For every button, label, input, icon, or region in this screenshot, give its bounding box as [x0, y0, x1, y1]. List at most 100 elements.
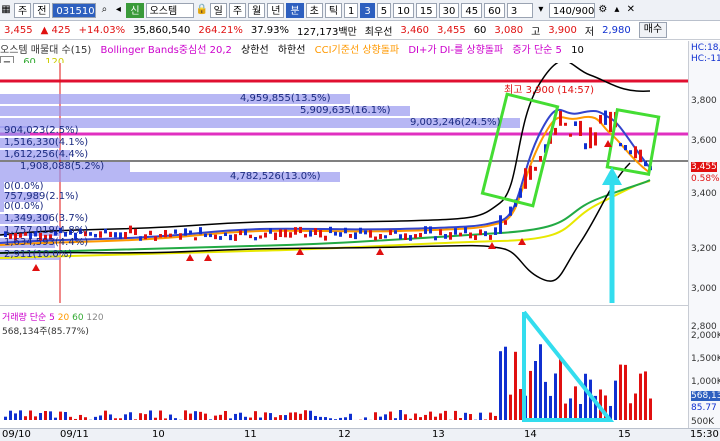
legend-volume-profile[interactable]: 오스템 매물대 수(15) [0, 45, 91, 56]
settings-icon[interactable]: ⚙ [597, 4, 609, 16]
volume-bars [4, 344, 652, 420]
amount-value: 127,173백만 [297, 23, 357, 38]
volume-bar [304, 410, 307, 420]
buy-signal-arrow [488, 242, 496, 249]
candle [284, 229, 287, 237]
candle [109, 232, 112, 237]
volume-bar [469, 414, 472, 420]
volume-bar [364, 417, 367, 420]
interval-1[interactable]: 1 [344, 3, 358, 18]
price-tick-3000: 3,000 [691, 284, 717, 294]
volume-bar [414, 414, 417, 420]
volume-bar [334, 419, 337, 420]
market-sub-select[interactable]: 전 [33, 3, 50, 18]
panel-separator[interactable] [0, 305, 688, 306]
candle [219, 236, 222, 240]
interval-5[interactable]: 5 [377, 3, 391, 18]
volume-profile-label: 1,612,256(4.4%) [4, 149, 88, 160]
volume-bar [454, 411, 457, 420]
volume-bar [634, 394, 637, 420]
legend-bollinger[interactable]: Bollinger Bands중심선 20,2 [100, 45, 231, 56]
legend-upper[interactable]: 상한선 [241, 45, 269, 56]
candle [149, 231, 152, 235]
period-tick[interactable]: 틱 [325, 3, 342, 18]
interval-60[interactable]: 60 [484, 3, 505, 18]
volume-bar [29, 410, 32, 420]
volume-panel[interactable]: 거래량 단순 5 20 60 120 568,134주(85.77%) [0, 308, 688, 428]
volume-bar [579, 404, 582, 420]
candle [484, 231, 487, 236]
volume-bar [84, 417, 87, 420]
vol-badge-pct: 85.77 [691, 403, 717, 413]
lock-icon[interactable]: 🔒 [196, 4, 208, 16]
candle [509, 207, 512, 216]
candle [309, 230, 312, 236]
minimize-icon[interactable]: − [0, 56, 14, 63]
volume-bar [24, 416, 27, 420]
period-second[interactable]: 초 [306, 3, 323, 18]
candle [369, 230, 372, 237]
period-week[interactable]: 주 [229, 3, 246, 18]
price-chart[interactable]: 최고 3,900 (14:57) 4,959,855(13.5%)5,909,6… [0, 63, 688, 303]
legend-cci[interactable]: CCI기준선 상향돌파 [315, 45, 400, 56]
market-select[interactable]: 주 [14, 3, 31, 18]
indicator-legend: 오스템 매물대 수(15) Bollinger Bands중심선 20,2 상한… [0, 41, 688, 63]
candle [314, 228, 317, 235]
close-icon[interactable]: ✕ [625, 4, 637, 16]
candle [269, 228, 272, 234]
candle [424, 226, 427, 234]
volume-profile-label: 5,909,635(16.1%) [300, 105, 390, 116]
search-icon[interactable]: ⌕ [98, 4, 110, 16]
candle [214, 235, 217, 239]
period-year[interactable]: 년 [267, 3, 284, 18]
volume-svg [0, 308, 688, 428]
interval-10[interactable]: 10 [393, 3, 414, 18]
candle [469, 233, 472, 239]
up-icon[interactable]: ▴ [611, 4, 623, 16]
period-month[interactable]: 월 [248, 3, 265, 18]
stock-name-field[interactable]: 오스템 [146, 3, 194, 18]
candle [384, 235, 387, 238]
interval-15[interactable]: 15 [416, 3, 437, 18]
candle [464, 227, 467, 233]
legend-dmi[interactable]: DI+가 DI-를 상향돌파 [408, 45, 503, 56]
volume-bar [214, 416, 217, 420]
period-day[interactable]: 일 [210, 3, 227, 18]
legend-vol-rise[interactable]: 증가 단순 5 [512, 45, 562, 56]
interval-45[interactable]: 45 [461, 3, 482, 18]
buy-button[interactable]: 매수 [639, 22, 667, 38]
candle [169, 234, 172, 238]
period-minute[interactable]: 분 [286, 3, 303, 18]
legend-lower[interactable]: 하한선 [278, 45, 306, 56]
price-axis[interactable]: HC:18,7 HC:-11 3,800 3,600 3,455 0.58% 3… [688, 41, 720, 431]
interval-30[interactable]: 30 [439, 3, 460, 18]
prev-icon[interactable]: ◂ [112, 4, 124, 16]
volume-bar [629, 403, 632, 420]
volume-bar [49, 411, 52, 420]
volume-bar [169, 415, 172, 420]
best-bid-value: 3,455 [437, 25, 466, 36]
chevron-down-icon[interactable]: ▾ [535, 4, 547, 16]
legend-ten[interactable]: 10 [571, 45, 584, 56]
stock-code-input[interactable]: 031510 [52, 3, 96, 18]
buy-signal-arrow [32, 264, 40, 271]
volume-bar [309, 411, 312, 420]
buy-signal-arrow [204, 254, 212, 261]
candle [579, 121, 582, 136]
vol-tick-500k: 500K [691, 417, 714, 427]
candle [499, 215, 502, 234]
volume-bar [294, 412, 297, 420]
volume-bar [234, 414, 237, 420]
grid-icon[interactable]: ▦ [0, 4, 12, 16]
volume-bar [279, 415, 282, 420]
volume-bar [224, 411, 227, 420]
interval-3[interactable]: 3 [360, 3, 374, 18]
price-tick-3600: 3,600 [691, 136, 717, 146]
count-field[interactable]: 140/900 [549, 3, 595, 18]
volume-bar [249, 418, 252, 420]
volume-bar [399, 410, 402, 420]
price-tick-3800: 3,800 [691, 96, 717, 106]
candle [529, 166, 532, 180]
volume-bar [209, 419, 212, 420]
interval-input[interactable]: 3 [507, 3, 533, 18]
